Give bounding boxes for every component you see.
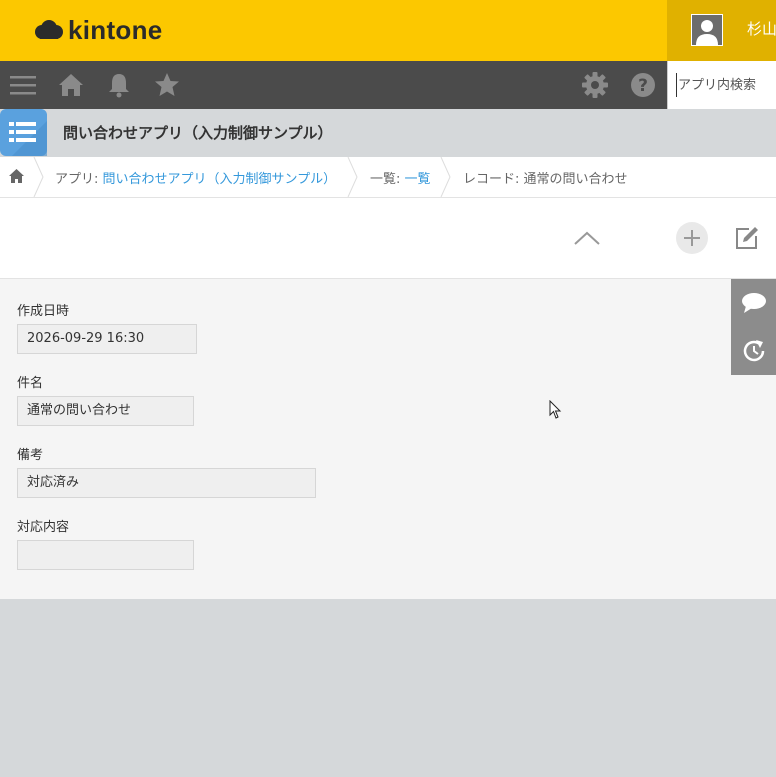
global-nav: ? [0,61,776,109]
field-label-remarks: 備考 [17,448,44,463]
bell-icon[interactable] [105,71,133,99]
edit-icon [736,227,758,249]
svg-text:?: ? [638,76,648,96]
breadcrumb-separator [33,157,44,197]
list-icon [9,121,47,156]
app-search-input[interactable] [676,73,776,97]
breadcrumb-list: 一覧: 一覧 [370,168,431,187]
mouse-cursor-icon [549,400,562,419]
breadcrumb-list-prefix: 一覧: [370,172,405,187]
breadcrumb-record: レコード: 通常の問い合わせ [463,172,628,187]
chevron-up-icon[interactable] [571,224,603,252]
field-label-created: 作成日時 [17,304,70,319]
breadcrumb-app-prefix: アプリ: [55,172,103,187]
breadcrumb-separator [347,157,358,197]
field-value-created: 2026-09-29 16:30 [17,324,197,354]
field-label-subject: 件名 [17,376,44,391]
user-name[interactable]: 杉山 [747,18,776,39]
menu-icon[interactable] [9,71,37,99]
breadcrumb-app-link[interactable]: 問い合わせアプリ（入力制御サンプル） [103,172,337,187]
app-title: 問い合わせアプリ（入力制御サンプル） [63,124,333,142]
breadcrumb-app: アプリ: 問い合わせアプリ（入力制御サンプル） [55,168,336,187]
user-icon [696,20,718,45]
breadcrumb: アプリ: 問い合わせアプリ（入力制御サンプル） 一覧: 一覧 レコード: 通常の… [0,157,776,198]
history-button[interactable] [731,327,776,375]
add-record-button[interactable] [676,222,708,254]
field-value-remarks: 対応済み [17,468,316,498]
field-label-response: 対応内容 [17,520,70,535]
comment-button[interactable] [731,279,776,327]
history-icon [743,340,764,362]
add-icon [684,230,700,246]
star-icon[interactable] [153,71,181,99]
avatar[interactable] [691,14,723,46]
cloud-logo-icon [35,20,63,39]
app-search [667,61,776,109]
app-icon[interactable] [0,109,47,156]
top-header: kintone 杉山 [0,0,776,61]
field-value-subject: 通常の問い合わせ [17,396,194,426]
record-detail: 作成日時 2026-09-29 16:30 件名 通常の問い合わせ 備考 対応済… [0,279,776,599]
logo-text: kintone [68,14,163,45]
record-toolbar [0,198,776,279]
edit-record-button[interactable] [732,222,762,254]
kintone-logo[interactable]: kintone [34,13,163,47]
help-icon[interactable]: ? [629,71,657,99]
home-icon [9,169,24,183]
comment-icon [741,293,766,313]
gear-icon[interactable] [581,71,609,99]
user-menu[interactable]: 杉山 [667,0,776,61]
breadcrumb-list-link[interactable]: 一覧 [405,172,431,187]
side-panel [731,279,776,375]
field-value-response [17,540,194,570]
breadcrumb-separator [440,157,451,197]
breadcrumb-home[interactable] [9,169,24,187]
home-icon[interactable] [57,71,85,99]
